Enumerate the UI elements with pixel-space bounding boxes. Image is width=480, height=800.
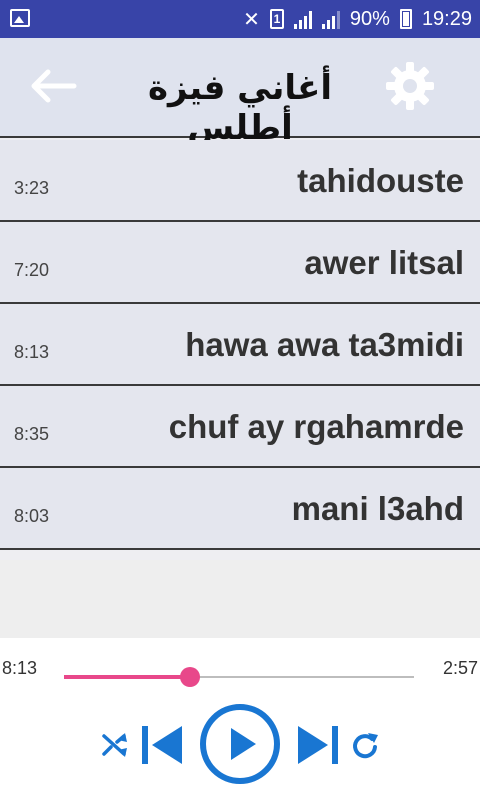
battery-percent: 90% (349, 7, 390, 30)
song-title: tahidouste (297, 162, 464, 199)
app-bar: أغاني فيزة أطلس (0, 38, 480, 148)
page-title: أغاني فيزة أطلس (147, 68, 332, 148)
song-row[interactable]: 8:35 chuf ay rgahamrde (0, 386, 480, 468)
previous-icon[interactable] (140, 722, 184, 773)
shuffle-icon[interactable] (100, 730, 130, 765)
play-icon[interactable] (198, 702, 282, 791)
song-duration: 3:23 (14, 178, 50, 198)
song-title: mani l3ahd (291, 490, 464, 527)
clock: 19:29 (421, 7, 472, 30)
gallery-icon (10, 9, 30, 27)
song-duration: 7:20 (14, 260, 50, 280)
gear-icon[interactable] (384, 60, 436, 112)
seek-progress (64, 675, 190, 679)
signal-secondary-icon (321, 9, 340, 29)
sim-icon: 1 (269, 9, 284, 29)
song-duration: 8:13 (14, 342, 50, 362)
mute-icon: ✕ (243, 8, 260, 31)
song-list: 3:23 tahidouste 7:20 awer litsal 8:13 ha… (0, 140, 480, 550)
arrow-left-icon[interactable] (22, 62, 82, 110)
song-duration: 8:35 (14, 424, 50, 444)
player-panel: 8:13 2:57 (0, 638, 480, 800)
status-bar: ✕ 1 90% 19:29 (0, 0, 480, 38)
song-row[interactable]: 3:23 tahidouste (0, 140, 480, 222)
signal-icon (293, 9, 312, 29)
song-row[interactable]: 8:13 hawa awa ta3midi (0, 304, 480, 386)
repeat-icon[interactable] (350, 730, 380, 765)
song-row[interactable]: 8:03 mani l3ahd (0, 468, 480, 550)
song-title: chuf ay rgahamrde (168, 408, 464, 445)
total-time: 2:57 (442, 658, 478, 678)
list-empty-area (0, 560, 480, 638)
song-row[interactable]: 7:20 awer litsal (0, 222, 480, 304)
song-duration: 8:03 (14, 506, 50, 526)
playback-controls (0, 702, 480, 788)
app-screen: ✕ 1 90% 19:29 أغاني فيزة أطلس 3:23 tahid… (0, 0, 480, 800)
song-title: hawa awa ta3midi (185, 326, 464, 363)
current-time: 8:13 (2, 658, 38, 678)
battery-icon (399, 9, 412, 29)
seek-bar[interactable] (64, 667, 414, 687)
song-title: awer litsal (304, 244, 464, 281)
seek-thumb[interactable] (180, 667, 200, 687)
next-icon[interactable] (296, 722, 340, 773)
